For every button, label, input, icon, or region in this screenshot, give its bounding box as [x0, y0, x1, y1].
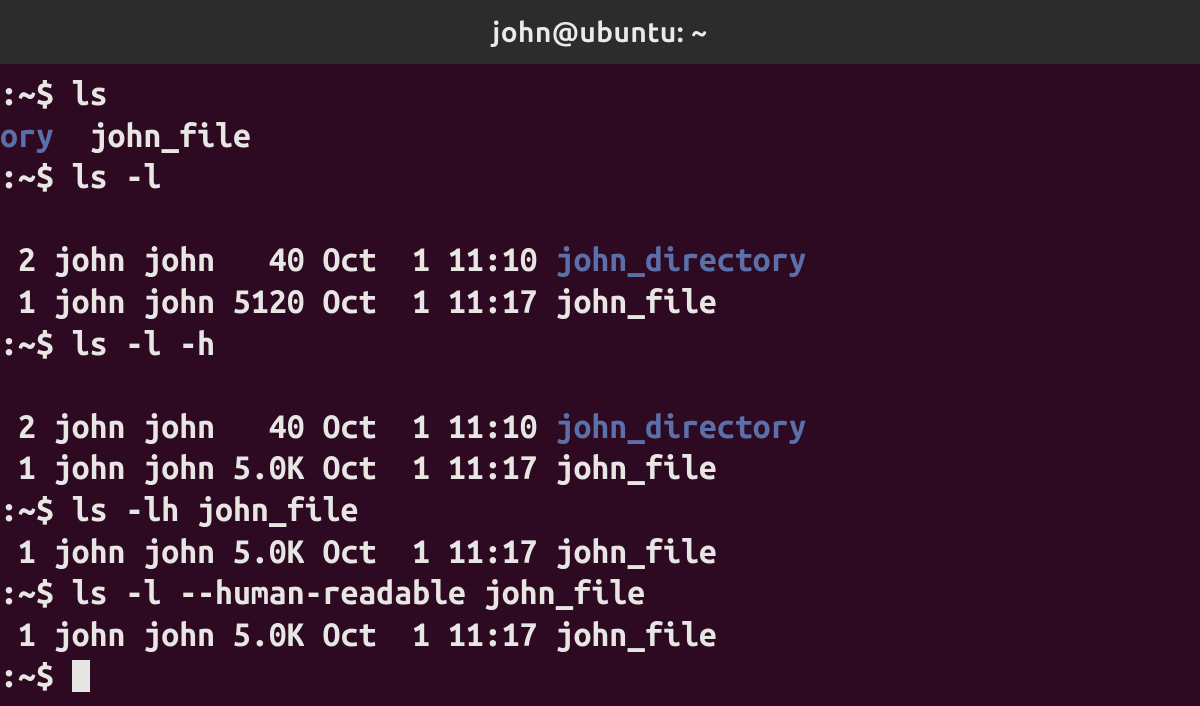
terminal-text: 1 john john 5.0K Oct 1 11:17 john_file — [0, 534, 717, 570]
terminal-text: :~$ ls -l --human-readable john_file — [0, 575, 645, 611]
terminal-text: :~$ ls — [0, 76, 108, 112]
terminal-text: :~$ ls -lh john_file — [0, 492, 358, 528]
terminal-text: 2 john john 40 Oct 1 11:10 — [0, 242, 556, 278]
terminal-line: ory john_file — [0, 116, 1200, 158]
terminal-text: 2 john john 40 Oct 1 11:10 — [0, 409, 556, 445]
terminal-text — [0, 201, 18, 237]
terminal-line: 1 john john 5.0K Oct 1 11:17 john_file — [0, 532, 1200, 574]
terminal-line: 2 john john 40 Oct 1 11:10 john_director… — [0, 407, 1200, 449]
window-title: john@ubuntu: ~ — [492, 17, 707, 48]
directory-name: john_directory — [556, 242, 807, 278]
terminal-line: :~$ — [0, 656, 1200, 698]
terminal-text: 1 john john 5.0K Oct 1 11:17 john_file — [0, 450, 717, 486]
terminal-line: :~$ ls — [0, 74, 1200, 116]
terminal-text: :~$ ls -l — [0, 159, 161, 195]
terminal-line — [0, 365, 1200, 407]
directory-name: ory — [0, 118, 54, 154]
terminal-text: :~$ ls -l -h — [0, 326, 215, 362]
terminal-line: :~$ ls -l — [0, 157, 1200, 199]
terminal-line: 1 john john 5120 Oct 1 11:17 john_file — [0, 282, 1200, 324]
terminal-line: 2 john john 40 Oct 1 11:10 john_director… — [0, 240, 1200, 282]
terminal-line: 1 john john 5.0K Oct 1 11:17 john_file — [0, 448, 1200, 490]
terminal-output[interactable]: :~$ lsory john_file:~$ ls -l 2 john john… — [0, 64, 1200, 706]
terminal-line: :~$ ls -l -h — [0, 324, 1200, 366]
terminal-text — [0, 367, 18, 403]
directory-name: john_directory — [556, 409, 807, 445]
terminal-text: 1 john john 5120 Oct 1 11:17 john_file — [0, 284, 717, 320]
terminal-line: 1 john john 5.0K Oct 1 11:17 john_file — [0, 615, 1200, 657]
terminal-text: john_file — [54, 118, 251, 154]
terminal-line: :~$ ls -l --human-readable john_file — [0, 573, 1200, 615]
window-titlebar: john@ubuntu: ~ — [0, 0, 1200, 64]
terminal-text: :~$ — [0, 658, 72, 694]
terminal-text: 1 john john 5.0K Oct 1 11:17 john_file — [0, 617, 717, 653]
cursor — [72, 660, 90, 692]
terminal-line — [0, 199, 1200, 241]
terminal-line: :~$ ls -lh john_file — [0, 490, 1200, 532]
